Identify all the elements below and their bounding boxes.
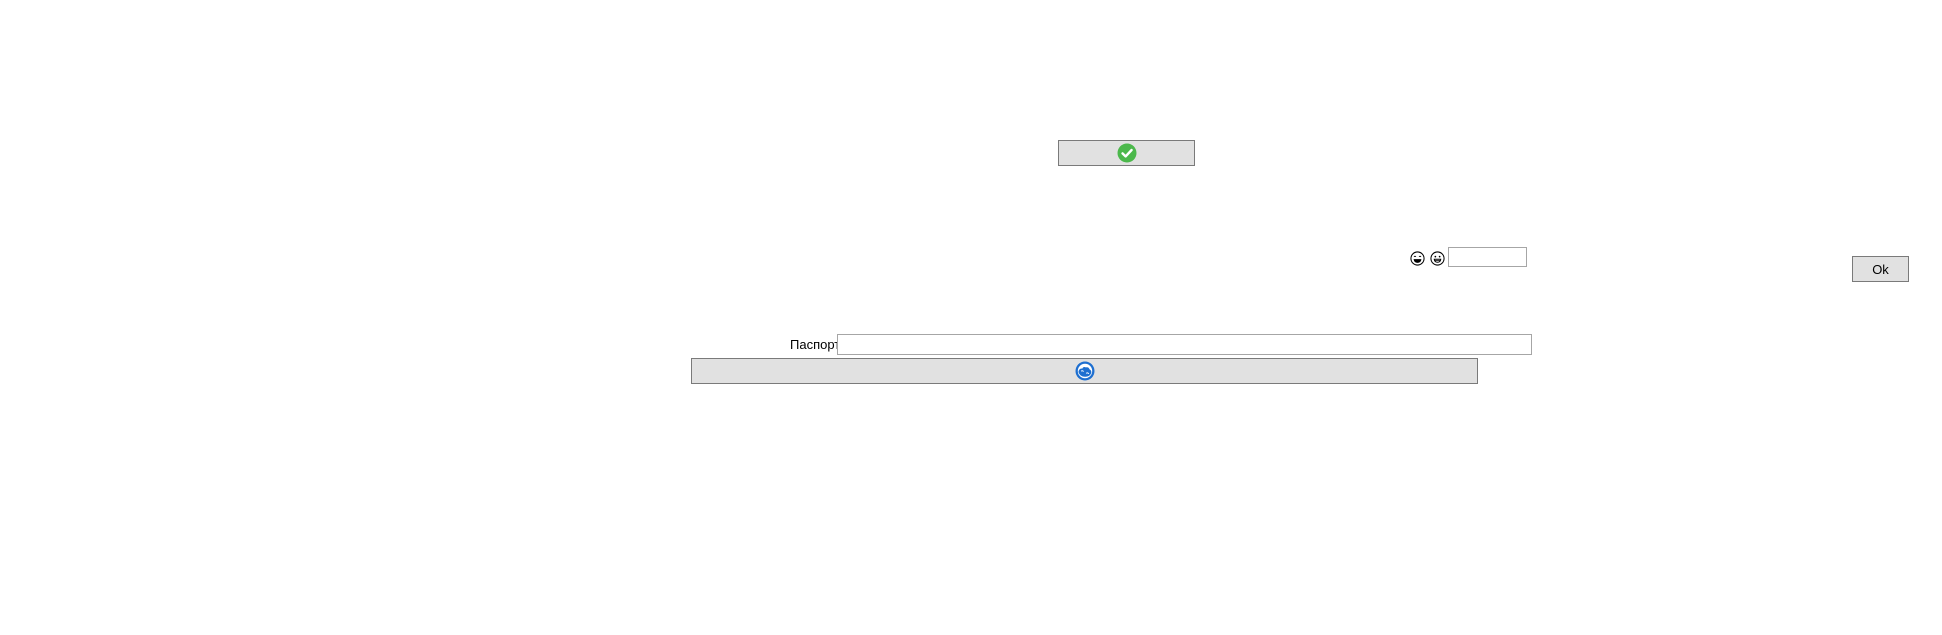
check-circle-icon [1117, 143, 1136, 163]
small-text-input[interactable] [1448, 247, 1527, 267]
passport-label: Паспорт [790, 337, 841, 352]
globe-action-button[interactable] [691, 358, 1478, 384]
confirm-button[interactable] [1058, 140, 1195, 166]
ok-button[interactable]: Ok [1852, 256, 1909, 282]
blue-globe-icon [1075, 361, 1094, 381]
window-body: { "ok_button": { "label": "Ok" }, "passp… [0, 0, 1942, 635]
grinning-face-icon [1430, 251, 1445, 266]
passport-input[interactable] [837, 334, 1532, 355]
laughing-face-icon [1410, 251, 1425, 266]
